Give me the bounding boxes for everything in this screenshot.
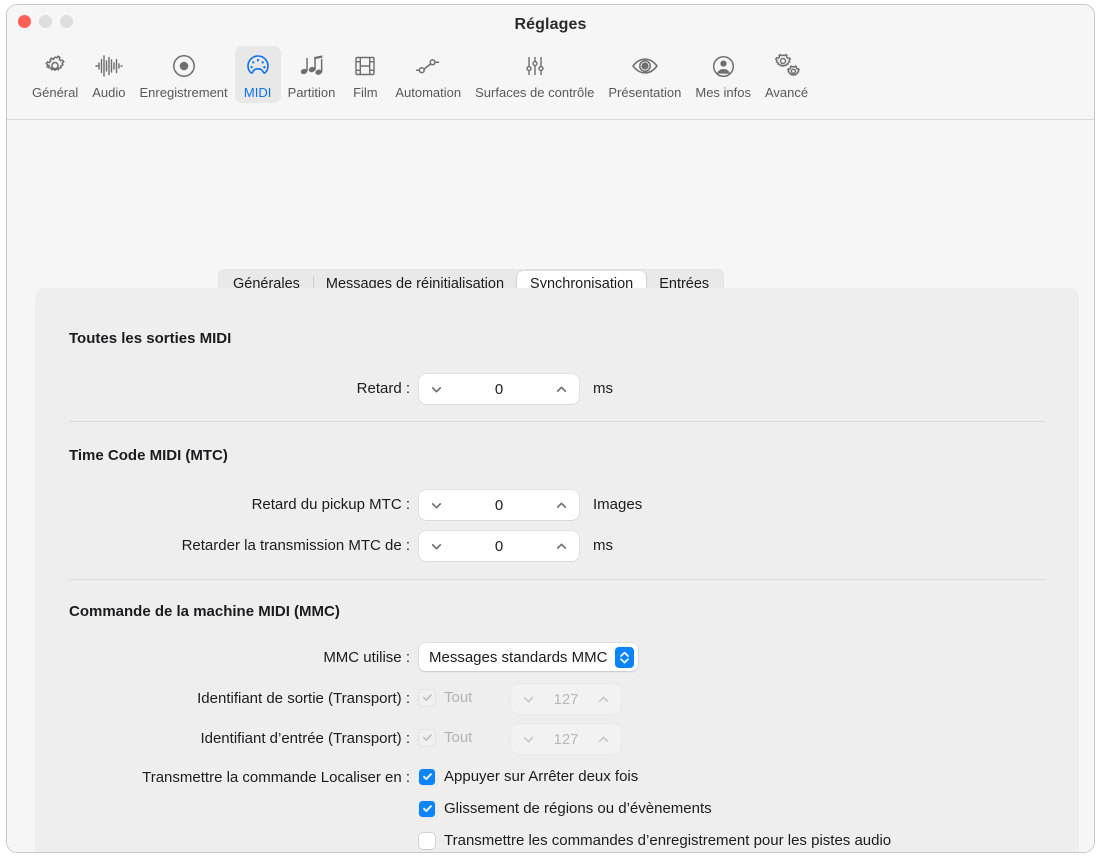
toolbar-item-label: Partition	[288, 85, 336, 100]
chevron-up-icon[interactable]	[597, 733, 610, 746]
toolbar-item-automation[interactable]: Automation	[388, 46, 468, 103]
music-notes-icon	[297, 51, 327, 81]
checkmark-icon	[422, 732, 433, 743]
chevron-down-icon[interactable]	[430, 383, 443, 396]
chevron-up-icon[interactable]	[597, 693, 610, 706]
title-bar: Réglages	[7, 5, 1094, 46]
gear-icon	[42, 51, 68, 81]
mmc-input-id-label: Identifiant d’entrée (Transport) :	[90, 730, 410, 747]
synchronisation-panel: Toutes les sorties MIDI Retard : 0 ms Ti…	[35, 288, 1079, 853]
record-circle-icon	[170, 51, 198, 81]
toolbar-item-midi[interactable]: MIDI	[235, 46, 281, 103]
toolbar-item-label: Enregistrement	[140, 85, 228, 100]
locate-option-drag-regions[interactable]: Glissement de régions ou d’évènements	[419, 800, 712, 817]
mmc-output-id-all-checkbox[interactable]: Tout	[419, 689, 472, 706]
chevron-down-icon[interactable]	[522, 733, 535, 746]
toolbar-item-display[interactable]: Présentation	[601, 46, 688, 103]
settings-body: Générales Messages de réinitialisation S…	[7, 120, 1094, 853]
checkbox-label: Tout	[444, 729, 472, 746]
toolbar-item-label: Général	[32, 85, 78, 100]
chevron-down-icon[interactable]	[522, 693, 535, 706]
waveform-icon	[94, 51, 124, 81]
toolbar-item-label: Surfaces de contrôle	[475, 85, 594, 100]
mmc-uses-value: Messages standards MMC	[429, 649, 607, 666]
checkbox-label: Glissement de régions ou d’évènements	[444, 800, 712, 817]
midi-connector-icon	[244, 51, 272, 81]
section-title-mmc: Commande de la machine MIDI (MMC)	[69, 603, 340, 620]
chevron-down-icon[interactable]	[430, 499, 443, 512]
person-circle-icon	[710, 51, 737, 81]
toolbar-item-label: Mes infos	[695, 85, 751, 100]
delay-label: Retard :	[235, 380, 410, 397]
toolbar-item-general[interactable]: Général	[25, 46, 85, 103]
chevron-up-icon[interactable]	[555, 540, 568, 553]
checkmark-icon	[422, 803, 433, 814]
mmc-output-id-label: Identifiant de sortie (Transport) :	[90, 690, 410, 707]
toolbar-item-advanced[interactable]: Avancé	[758, 46, 815, 103]
toolbar-item-label: Présentation	[608, 85, 681, 100]
mmc-input-id-all-checkbox[interactable]: Tout	[419, 729, 472, 746]
mmc-output-id-stepper[interactable]: 127	[511, 684, 621, 714]
checkmark-icon	[422, 771, 433, 782]
automation-curve-icon	[413, 51, 443, 81]
checkbox-box[interactable]	[419, 833, 435, 849]
checkbox-box[interactable]	[419, 730, 435, 746]
checkbox-box[interactable]	[419, 690, 435, 706]
mtc-transmit-delay-stepper[interactable]: 0	[419, 531, 579, 561]
mtc-pickup-delay-unit: Images	[593, 496, 642, 513]
chevron-down-icon[interactable]	[430, 540, 443, 553]
mmc-input-id-stepper[interactable]: 127	[511, 724, 621, 754]
window-title: Réglages	[7, 16, 1094, 34]
divider-1	[69, 421, 1045, 422]
mtc-transmit-delay-unit: ms	[593, 537, 613, 554]
delay-unit: ms	[593, 380, 613, 397]
sliders-icon	[522, 51, 548, 81]
chevron-up-down-icon[interactable]	[615, 647, 634, 668]
checkmark-icon	[422, 692, 433, 703]
divider-2	[69, 579, 1045, 580]
toolbar-item-video[interactable]: Film	[342, 46, 388, 103]
checkbox-label: Tout	[444, 689, 472, 706]
toolbar-item-audio[interactable]: Audio	[85, 46, 132, 103]
settings-toolbar: Général Audio Enregistrement	[7, 46, 1094, 120]
toolbar-item-label: Audio	[92, 85, 125, 100]
locate-option-stop-twice[interactable]: Appuyer sur Arrêter deux fois	[419, 768, 638, 785]
mtc-transmit-delay-label: Retarder la transmission MTC de :	[75, 537, 410, 554]
checkbox-label: Appuyer sur Arrêter deux fois	[444, 768, 638, 785]
toolbar-item-control-surfaces[interactable]: Surfaces de contrôle	[468, 46, 601, 103]
section-title-mtc: Time Code MIDI (MTC)	[69, 447, 228, 464]
eye-icon	[630, 51, 660, 81]
toolbar-item-label: Avancé	[765, 85, 808, 100]
checkbox-box[interactable]	[419, 801, 435, 817]
mtc-pickup-delay-label: Retard du pickup MTC :	[145, 496, 410, 513]
section-title-midi-outputs: Toutes les sorties MIDI	[69, 330, 231, 347]
film-strip-icon	[352, 51, 378, 81]
toolbar-item-score[interactable]: Partition	[281, 46, 343, 103]
toolbar-item-label: Film	[353, 85, 378, 100]
mtc-pickup-delay-stepper[interactable]: 0	[419, 490, 579, 520]
mmc-uses-label: MMC utilise :	[210, 649, 410, 666]
toolbar-item-my-info[interactable]: Mes infos	[688, 46, 758, 103]
chevron-up-icon[interactable]	[555, 499, 568, 512]
checkbox-box[interactable]	[419, 769, 435, 785]
delay-stepper[interactable]: 0	[419, 374, 579, 404]
settings-window: Réglages Général Audio	[6, 4, 1095, 853]
double-gear-icon	[772, 51, 802, 81]
chevron-up-icon[interactable]	[555, 383, 568, 396]
checkbox-label: Transmettre les commandes d’enregistreme…	[444, 832, 891, 849]
mmc-locate-label: Transmettre la commande Localiser en :	[55, 769, 410, 786]
toolbar-item-label: MIDI	[244, 85, 271, 100]
mmc-uses-popup[interactable]: Messages standards MMC	[419, 643, 638, 671]
toolbar-item-recording[interactable]: Enregistrement	[133, 46, 235, 103]
toolbar-item-label: Automation	[395, 85, 461, 100]
locate-option-record-commands-audio[interactable]: Transmettre les commandes d’enregistreme…	[419, 832, 891, 849]
